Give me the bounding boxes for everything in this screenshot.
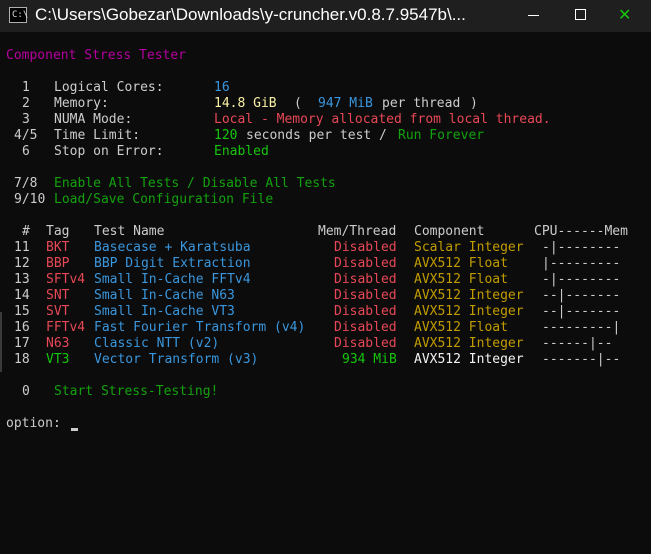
- option-key: 9/10: [14, 192, 46, 207]
- row-component: AVX512 Integer: [414, 336, 524, 351]
- option-prompt: option:: [6, 416, 61, 431]
- row-name: BBP Digit Extraction: [94, 256, 251, 271]
- row-mem: 934 MiB: [342, 352, 397, 367]
- app-header: Component Stress Tester: [6, 48, 187, 63]
- row-num: 14: [14, 288, 30, 303]
- minimize-icon: [528, 15, 539, 16]
- option-key: 0: [22, 384, 30, 399]
- row-name: Small In-Cache VT3: [94, 304, 235, 319]
- row-component: AVX512 Float: [414, 272, 508, 287]
- row-name: Vector Transform (v3): [94, 352, 259, 367]
- row-cpu-mem-bar: --|-------: [542, 304, 621, 319]
- setting-label: Memory:: [54, 96, 109, 111]
- setting-label: Logical Cores:: [54, 80, 164, 95]
- row-name: Small In-Cache N63: [94, 288, 235, 303]
- col-test-name: Test Name: [94, 224, 165, 239]
- row-num: 18: [14, 352, 30, 367]
- row-cpu-mem-bar: |---------: [542, 256, 621, 271]
- row-name: Classic NTT (v2): [94, 336, 220, 351]
- row-component: Scalar Integer: [414, 240, 524, 255]
- close-button[interactable]: ✕: [603, 0, 651, 32]
- close-icon: ✕: [618, 5, 632, 24]
- scrollbar[interactable]: [0, 312, 2, 372]
- row-mem: Disabled: [334, 320, 397, 335]
- row-tag: SVT: [46, 304, 70, 319]
- col-cpu-mem: CPU------Mem: [534, 224, 628, 239]
- text-cursor[interactable]: [71, 428, 78, 431]
- row-cpu-mem-bar: ------|--: [542, 336, 613, 351]
- window-title: C:\Users\Gobezar\Downloads\y-cruncher.v0…: [35, 5, 466, 24]
- setting-label: Time Limit:: [54, 128, 141, 143]
- row-mem: Disabled: [334, 288, 397, 303]
- col-num: #: [22, 224, 30, 239]
- row-num: 12: [14, 256, 30, 271]
- setting-key: 1: [22, 80, 30, 95]
- row-component: AVX512 Integer: [414, 304, 524, 319]
- setting-key: 6: [22, 144, 30, 159]
- row-num: 11: [14, 240, 30, 255]
- run-forever-option: Run Forever: [398, 128, 485, 143]
- row-component: AVX512 Integer: [414, 352, 524, 367]
- row-mem: Disabled: [334, 304, 397, 319]
- row-mem: Disabled: [334, 256, 397, 271]
- maximize-icon: [575, 9, 586, 20]
- row-name: Basecase + Karatsuba: [94, 240, 251, 255]
- console-window: C:\ C:\Users\Gobezar\Downloads\y-crunche…: [0, 0, 651, 554]
- setting-label: NUMA Mode:: [54, 112, 133, 127]
- row-tag: SNT: [46, 288, 70, 303]
- row-mem: Disabled: [334, 240, 397, 255]
- setting-label: Stop on Error:: [54, 144, 164, 159]
- title-bar[interactable]: C:\ C:\Users\Gobezar\Downloads\y-crunche…: [0, 0, 651, 32]
- per-thread-suffix: per thread: [382, 96, 461, 111]
- row-cpu-mem-bar: --|-------: [542, 288, 621, 303]
- setting-value-suffix: seconds per test /: [246, 128, 387, 143]
- option-label: Start Stress-Testing!: [54, 384, 219, 399]
- setting-value: Enabled: [214, 144, 269, 159]
- row-component: AVX512 Integer: [414, 288, 524, 303]
- row-mem: Disabled: [334, 336, 397, 351]
- terminal-icon: C:\: [9, 7, 28, 23]
- setting-value: 120: [214, 128, 238, 143]
- setting-value: 14.8 GiB: [214, 96, 277, 111]
- setting-key: 4/5: [14, 128, 38, 143]
- row-component: AVX512 Float: [414, 320, 508, 335]
- row-name: Small In-Cache FFTv4: [94, 272, 251, 287]
- per-thread-value: 947 MiB: [318, 96, 373, 111]
- setting-key: 2: [22, 96, 30, 111]
- row-cpu-mem-bar: -------|--: [542, 352, 621, 367]
- option-label: Enable All Tests / Disable All Tests: [54, 176, 336, 191]
- row-name: Fast Fourier Transform (v4): [94, 320, 306, 335]
- col-tag: Tag: [46, 224, 70, 239]
- setting-key: 3: [22, 112, 30, 127]
- row-component: AVX512 Float: [414, 256, 508, 271]
- paren-close: ): [470, 96, 478, 111]
- setting-value: Local - Memory allocated from local thre…: [214, 112, 551, 127]
- row-mem: Disabled: [334, 272, 397, 287]
- maximize-button[interactable]: [557, 0, 603, 32]
- col-component: Component: [414, 224, 485, 239]
- row-num: 13: [14, 272, 30, 287]
- row-tag: BKT: [46, 240, 70, 255]
- minimize-button[interactable]: [511, 0, 557, 32]
- col-mem-thread: Mem/Thread: [318, 224, 397, 239]
- row-tag: BBP: [46, 256, 70, 271]
- row-tag: SFTv4: [46, 272, 86, 287]
- row-cpu-mem-bar: -|--------: [542, 240, 621, 255]
- row-tag: N63: [46, 336, 70, 351]
- row-tag: VT3: [46, 352, 70, 367]
- row-cpu-mem-bar: ---------|: [542, 320, 621, 335]
- row-num: 17: [14, 336, 30, 351]
- row-num: 15: [14, 304, 30, 319]
- option-label: Load/Save Configuration File: [54, 192, 274, 207]
- row-cpu-mem-bar: -|--------: [542, 272, 621, 287]
- setting-value: 16: [214, 80, 230, 95]
- row-tag: FFTv4: [46, 320, 86, 335]
- row-num: 16: [14, 320, 30, 335]
- option-key: 7/8: [14, 176, 38, 191]
- console-output[interactable]: Component Stress Tester 1 Logical Cores:…: [0, 32, 651, 554]
- paren-open: (: [294, 96, 302, 111]
